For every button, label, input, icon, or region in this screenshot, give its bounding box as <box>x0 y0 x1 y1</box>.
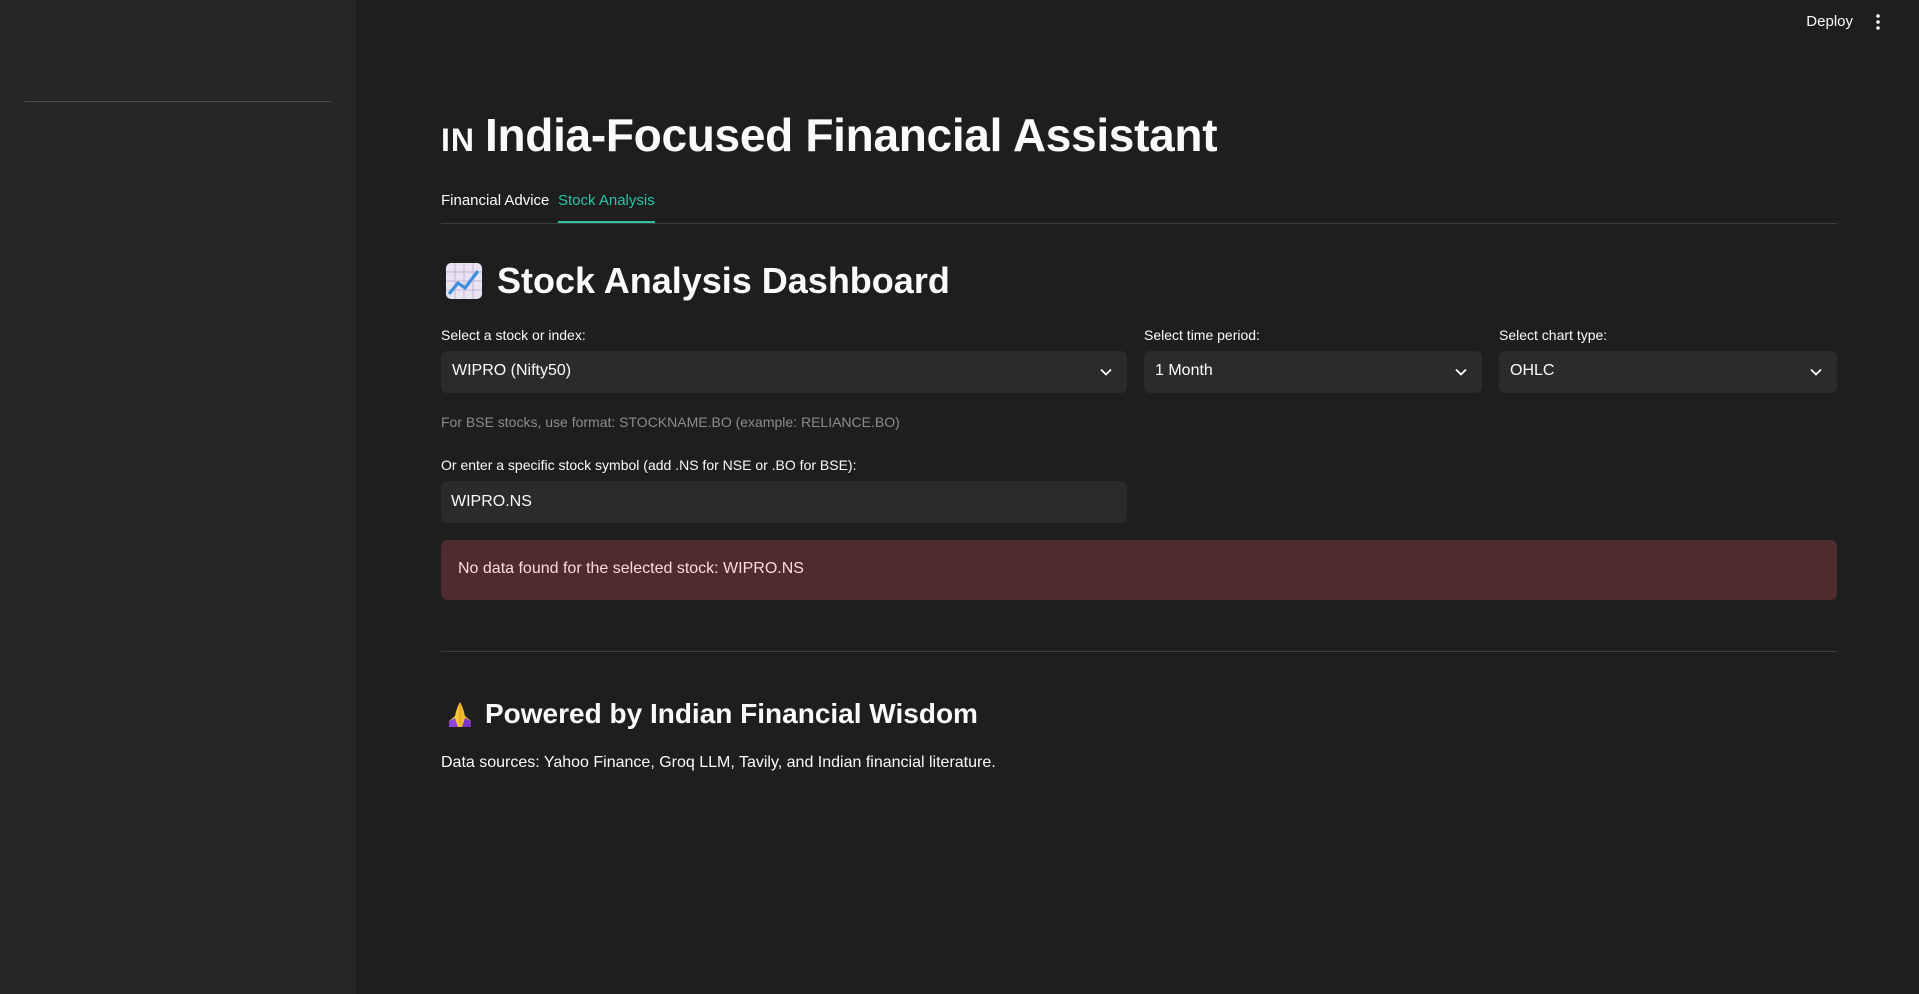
error-alert: No data found for the selected stock: WI… <box>441 540 1837 600</box>
folded-hands-icon <box>449 702 471 727</box>
period-select[interactable]: 1 Month <box>1144 351 1482 393</box>
stock-select[interactable]: WIPRO (Nifty50) <box>441 351 1127 393</box>
page-title: IN India-Focused Financial Assistant <box>441 108 1218 162</box>
divider <box>441 651 1837 652</box>
footer-title: Powered by Indian Financial Wisdom <box>445 698 978 730</box>
india-flag-text: IN <box>441 122 475 158</box>
deploy-button[interactable]: Deploy <box>1806 13 1853 30</box>
period-select-label: Select time period: <box>1144 327 1260 343</box>
tab-bar: Financial Advice Stock Analysis <box>441 186 1837 224</box>
chart-type-select-label: Select chart type: <box>1499 327 1608 343</box>
stock-select-value: WIPRO (Nifty50) <box>452 362 572 379</box>
top-bar: Deploy <box>356 0 1919 46</box>
error-message: No data found for the selected stock: WI… <box>458 560 804 577</box>
tab-stock-analysis[interactable]: Stock Analysis <box>558 192 655 223</box>
chart-type-select[interactable]: OHLC <box>1499 351 1837 393</box>
dashboard-title-text: Stock Analysis Dashboard <box>497 260 950 301</box>
dashboard-title: Stock Analysis Dashboard <box>445 260 950 302</box>
symbol-input[interactable] <box>441 481 1127 523</box>
stock-select-label: Select a stock or index: <box>441 327 586 343</box>
data-sources-text: Data sources: Yahoo Finance, Groq LLM, T… <box>441 754 996 771</box>
sidebar-divider <box>25 101 331 102</box>
chevron-down-icon <box>1810 368 1822 376</box>
bse-help-text: For BSE stocks, use format: STOCKNAME.BO… <box>441 414 900 430</box>
chevron-down-icon <box>1100 368 1112 376</box>
footer-title-text: Powered by Indian Financial Wisdom <box>485 698 978 729</box>
page-title-text: India-Focused Financial Assistant <box>485 109 1218 161</box>
chart-type-select-value: OHLC <box>1510 362 1555 379</box>
tab-financial-advice[interactable]: Financial Advice <box>441 192 549 221</box>
chevron-down-icon <box>1455 368 1467 376</box>
symbol-input-label: Or enter a specific stock symbol (add .N… <box>441 457 857 473</box>
chart-increasing-icon <box>446 263 482 299</box>
period-select-value: 1 Month <box>1155 362 1213 379</box>
more-vertical-icon[interactable] <box>1873 13 1883 31</box>
sidebar <box>0 0 356 994</box>
